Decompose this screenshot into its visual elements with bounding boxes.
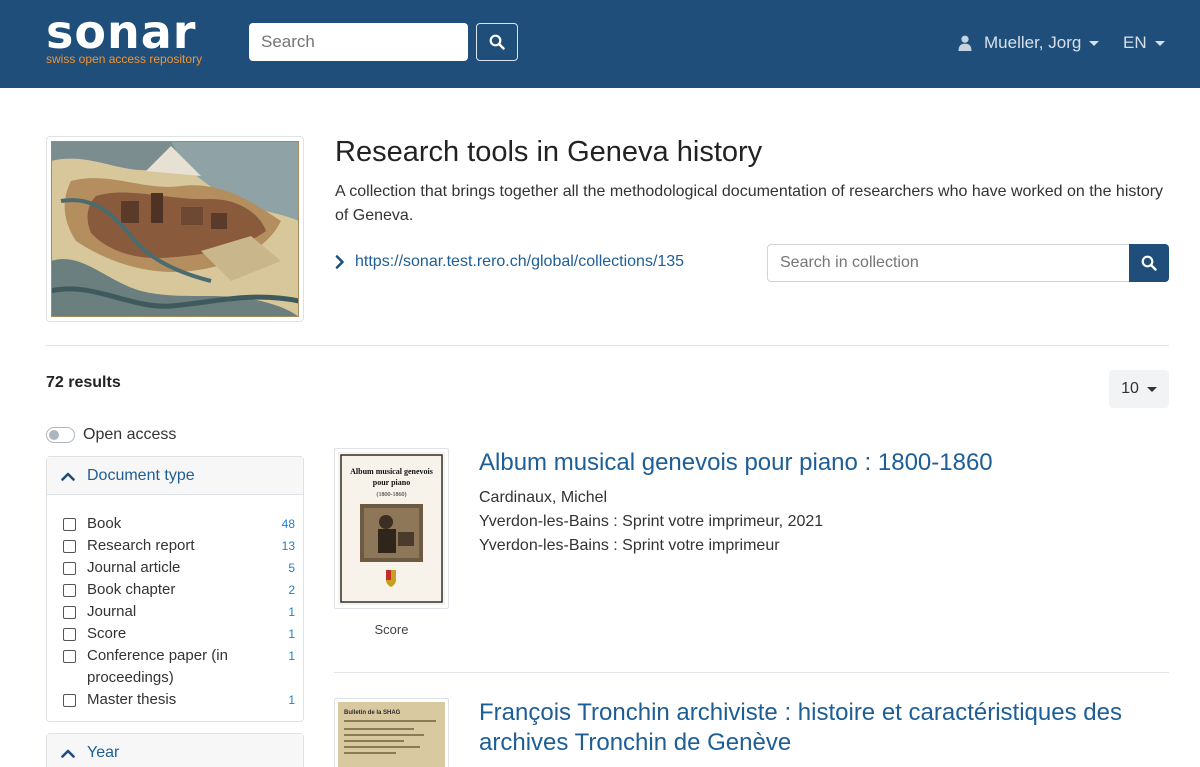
facet-item-label: Conference paper (in proceedings) [87, 647, 228, 686]
facet-item-label: Book [87, 515, 122, 532]
result-publisher: Yverdon-les-Bains : Sprint votre imprime… [479, 537, 780, 554]
checkbox[interactable] [63, 540, 76, 553]
collection-title: Research tools in Geneva history [335, 136, 763, 168]
facet-item-count: 13 [281, 539, 295, 553]
result-document-type: Score [374, 622, 409, 637]
result-thumbnail[interactable]: Bulletin de la SHAG [334, 698, 449, 767]
facet-item-master-thesis[interactable]: Master thesis 1 [63, 689, 295, 711]
section-divider [46, 345, 1169, 346]
facet-item-count: 1 [288, 693, 295, 707]
checkbox[interactable] [63, 562, 76, 575]
result-item: Album musical genevois pour piano (1800-… [334, 448, 1169, 648]
facet-item-count: 1 [288, 649, 295, 663]
language-label: EN [1123, 33, 1147, 52]
cover-title-3: (1800-1860) [377, 491, 407, 498]
facet-item-label: Book chapter [87, 581, 176, 598]
checkbox[interactable] [63, 694, 76, 707]
collection-search-input[interactable] [767, 244, 1129, 282]
collection-link-row: https://sonar.test.rero.ch/global/collec… [335, 253, 684, 271]
result-author: Cardinaux, Michel [479, 489, 608, 506]
result-title-link[interactable]: François Tronchin archiviste : histoire … [479, 698, 1169, 758]
sonar-logo[interactable]: sonar swiss open access repository [46, 5, 226, 70]
facet-item-journal-article[interactable]: Journal article 5 [63, 557, 295, 579]
facet-item-count: 1 [288, 605, 295, 619]
chevron-up-icon [61, 749, 75, 758]
facet-document-type-list: Book 48 Research report 13 Journal artic… [47, 495, 303, 721]
results-count: 72 results [46, 374, 121, 391]
page-size-select[interactable]: 10 [1109, 370, 1169, 408]
chevron-right-icon [335, 255, 344, 269]
language-menu[interactable]: EN [1123, 32, 1165, 54]
collection-description: A collection that brings together all th… [335, 183, 1164, 224]
checkbox[interactable] [63, 628, 76, 641]
facet-item-book[interactable]: Book 48 [63, 513, 295, 535]
result-item: Bulletin de la SHAG François Tronchin ar… [334, 698, 1169, 767]
result-publication: Yverdon-les-Bains : Sprint votre imprime… [479, 513, 824, 530]
facet-item-book-chapter[interactable]: Book chapter 2 [63, 579, 295, 601]
facet-document-type-header[interactable]: Document type [47, 457, 303, 495]
facet-item-count: 1 [288, 627, 295, 641]
cover-title: Bulletin de la SHAG [344, 710, 401, 716]
checkbox[interactable] [63, 584, 76, 597]
search-icon [489, 34, 505, 50]
facet-item-journal[interactable]: Journal 1 [63, 601, 295, 623]
collection-image [46, 136, 304, 322]
global-search-input[interactable] [249, 23, 468, 61]
result-title-link[interactable]: Album musical genevois pour piano : 1800… [479, 448, 1169, 478]
global-search-button[interactable] [476, 23, 518, 61]
navbar: sonar swiss open access repository Muell… [0, 0, 1200, 88]
facet-title: Year [87, 743, 120, 761]
facet-item-score[interactable]: Score 1 [63, 623, 295, 645]
facet-item-label: Journal article [87, 559, 181, 576]
facet-item-conference-paper[interactable]: Conference paper (in proceedings) 1 [63, 645, 295, 689]
facet-item-research-report[interactable]: Research report 13 [63, 535, 295, 557]
logo-tagline: swiss open access repository [46, 52, 203, 66]
chevron-down-icon [1154, 40, 1165, 46]
search-icon [1141, 255, 1157, 271]
user-menu[interactable]: Mueller, Jorg [958, 32, 1100, 54]
facet-year: Year [46, 733, 304, 767]
checkbox[interactable] [63, 650, 76, 663]
facet-document-type: Document type Book 48 Research report 13… [46, 456, 304, 722]
facet-item-label: Master thesis [87, 691, 177, 708]
facet-year-header[interactable]: Year [47, 734, 303, 767]
result-thumbnail[interactable]: Album musical genevois pour piano (1800-… [334, 448, 449, 609]
chevron-up-icon [61, 472, 75, 481]
cover-title-2: pour piano [373, 478, 410, 487]
open-access-label: Open access [83, 426, 177, 443]
facet-title: Document type [87, 466, 195, 484]
facet-item-count: 48 [281, 517, 295, 531]
open-access-filter[interactable]: Open access [46, 426, 176, 444]
collection-link[interactable]: https://sonar.test.rero.ch/global/collec… [355, 253, 684, 271]
checkbox[interactable] [63, 518, 76, 531]
facet-item-count: 2 [288, 583, 295, 597]
checkbox[interactable] [63, 606, 76, 619]
chevron-down-icon [1089, 40, 1100, 46]
result-divider [334, 672, 1169, 673]
facet-item-label: Score [87, 625, 127, 642]
open-access-toggle[interactable] [46, 427, 75, 443]
facet-item-count: 5 [288, 561, 295, 575]
facet-item-label: Journal [87, 603, 137, 620]
score-cover-image: Album musical genevois pour piano (1800-… [338, 452, 445, 605]
user-icon [958, 35, 972, 51]
chevron-down-icon [1146, 386, 1157, 392]
facet-item-label: Research report [87, 537, 195, 554]
cover-title-1: Album musical genevois [350, 467, 433, 476]
user-name: Mueller, Jorg [984, 33, 1082, 52]
geneva-map-image [51, 141, 299, 317]
collection-search-button[interactable] [1129, 244, 1169, 282]
page-size-value: 10 [1121, 380, 1139, 397]
bulletin-cover-image: Bulletin de la SHAG [338, 702, 445, 767]
